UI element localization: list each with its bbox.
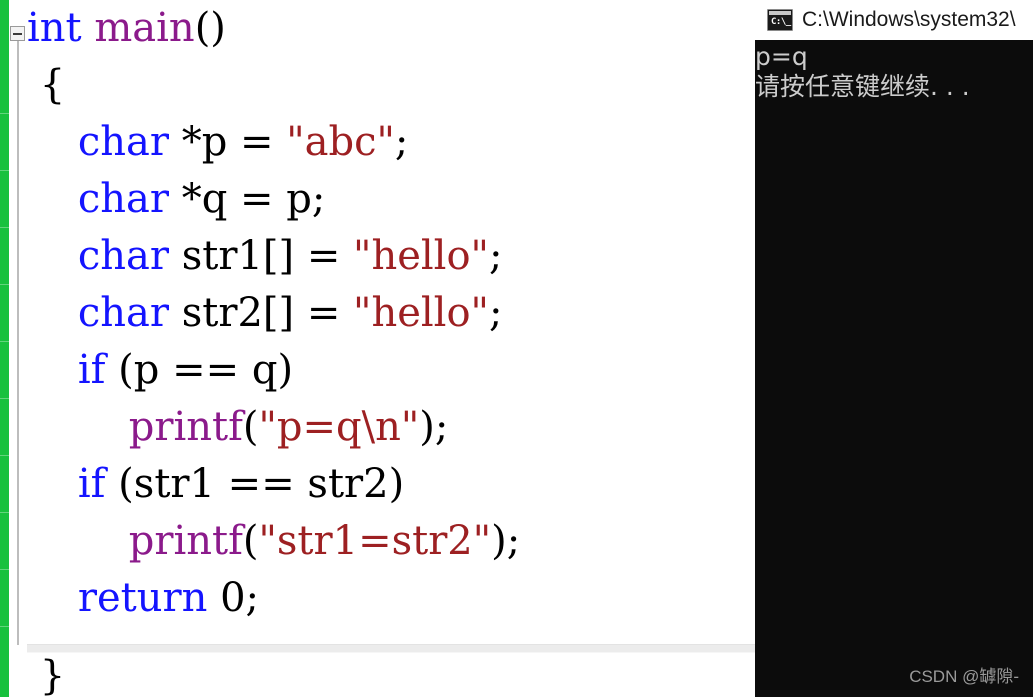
code-token: ( [242, 518, 259, 564]
code-line[interactable]: char *q = p; [27, 171, 755, 228]
code-line[interactable]: { [27, 57, 755, 114]
code-closing-brace[interactable]: } [27, 651, 755, 697]
code-line[interactable]: char str1[] = "hello"; [27, 228, 755, 285]
code-token: ; [394, 119, 409, 165]
code-line[interactable]: char *p = "abc"; [27, 114, 755, 171]
code-line[interactable]: int main() [27, 0, 755, 57]
code-line[interactable]: if (str1 == str2) [27, 456, 755, 513]
change-indicator-tick [0, 569, 9, 570]
code-token: ); [491, 518, 521, 564]
code-token: printf [128, 518, 243, 564]
change-indicator-tick [0, 341, 9, 342]
code-line[interactable]: printf("str1=str2"); [27, 513, 755, 570]
code-token: (p == q) [105, 347, 294, 393]
code-line[interactable]: printf("p=q\n"); [27, 399, 755, 456]
code-token: *p = [169, 119, 287, 165]
code-token: *q = p; [169, 176, 326, 222]
cmd-icon-titlebar-stripe [769, 11, 791, 15]
console-line: p=q [755, 42, 808, 71]
code-token: char [77, 119, 169, 165]
code-token: "p=q\n" [258, 404, 420, 450]
change-indicator-tick [0, 626, 9, 627]
code-token: if [77, 461, 106, 507]
console-titlebar[interactable]: C:\_ C:\Windows\system32\ [755, 0, 1033, 40]
code-token: char [77, 233, 169, 279]
code-token: return [77, 575, 208, 621]
fold-guide-line [17, 41, 19, 645]
console-title-text: C:\Windows\system32\ [802, 8, 1016, 31]
code-token: if [77, 347, 106, 393]
console-window[interactable]: C:\_ C:\Windows\system32\ p=q 请按任意键继续. . … [755, 0, 1033, 697]
change-indicator-tick [0, 512, 9, 513]
code-token: str1[] = [169, 233, 354, 279]
code-token: ( [242, 404, 259, 450]
change-indicator-tick [0, 398, 9, 399]
code-editor-pane: int main() { char *p = "abc"; char *q = … [0, 0, 755, 697]
fold-collapse-icon[interactable] [10, 26, 25, 41]
cmd-icon: C:\_ [767, 9, 793, 31]
code-token: char [77, 176, 169, 222]
code-token: "hello" [353, 290, 489, 336]
console-body[interactable]: p=q 请按任意键继续. . . CSDN @罅隙- [755, 40, 1033, 697]
code-token: "str1=str2" [258, 518, 492, 564]
code-token: ; [488, 233, 503, 279]
code-token: str2[] = [169, 290, 354, 336]
change-indicator-tick [0, 227, 9, 228]
code-token: "hello" [353, 233, 489, 279]
code-token: "abc" [286, 119, 395, 165]
code-line[interactable]: return 0; [27, 570, 755, 627]
change-indicator-tick [0, 170, 9, 171]
cmd-icon-prompt-glyph: C:\_ [771, 17, 791, 27]
code-token: int [27, 5, 82, 51]
code-token: (str1 == str2) [105, 461, 405, 507]
change-indicator-tick [0, 284, 9, 285]
change-indicator-tick [0, 455, 9, 456]
code-token: char [77, 290, 169, 336]
csdn-watermark: CSDN @罅隙- [909, 667, 1019, 686]
console-line: 请按任意键继续. . . [755, 72, 970, 101]
change-indicator-tick [0, 113, 9, 114]
code-line[interactable]: if (p == q) [27, 342, 755, 399]
code-text[interactable]: int main() { char *p = "abc"; char *q = … [27, 0, 755, 697]
code-line[interactable]: char str2[] = "hello"; [27, 285, 755, 342]
code-token: ); [419, 404, 449, 450]
code-token: 0; [207, 575, 260, 621]
minus-glyph [13, 33, 22, 35]
change-indicator-bar [0, 0, 9, 697]
code-token: printf [128, 404, 243, 450]
code-token: { [27, 62, 66, 108]
code-token: ; [488, 290, 503, 336]
code-token: () [194, 5, 226, 51]
code-token: main [94, 5, 195, 51]
console-output-text: p=q 请按任意键继续. . . [755, 42, 1033, 102]
